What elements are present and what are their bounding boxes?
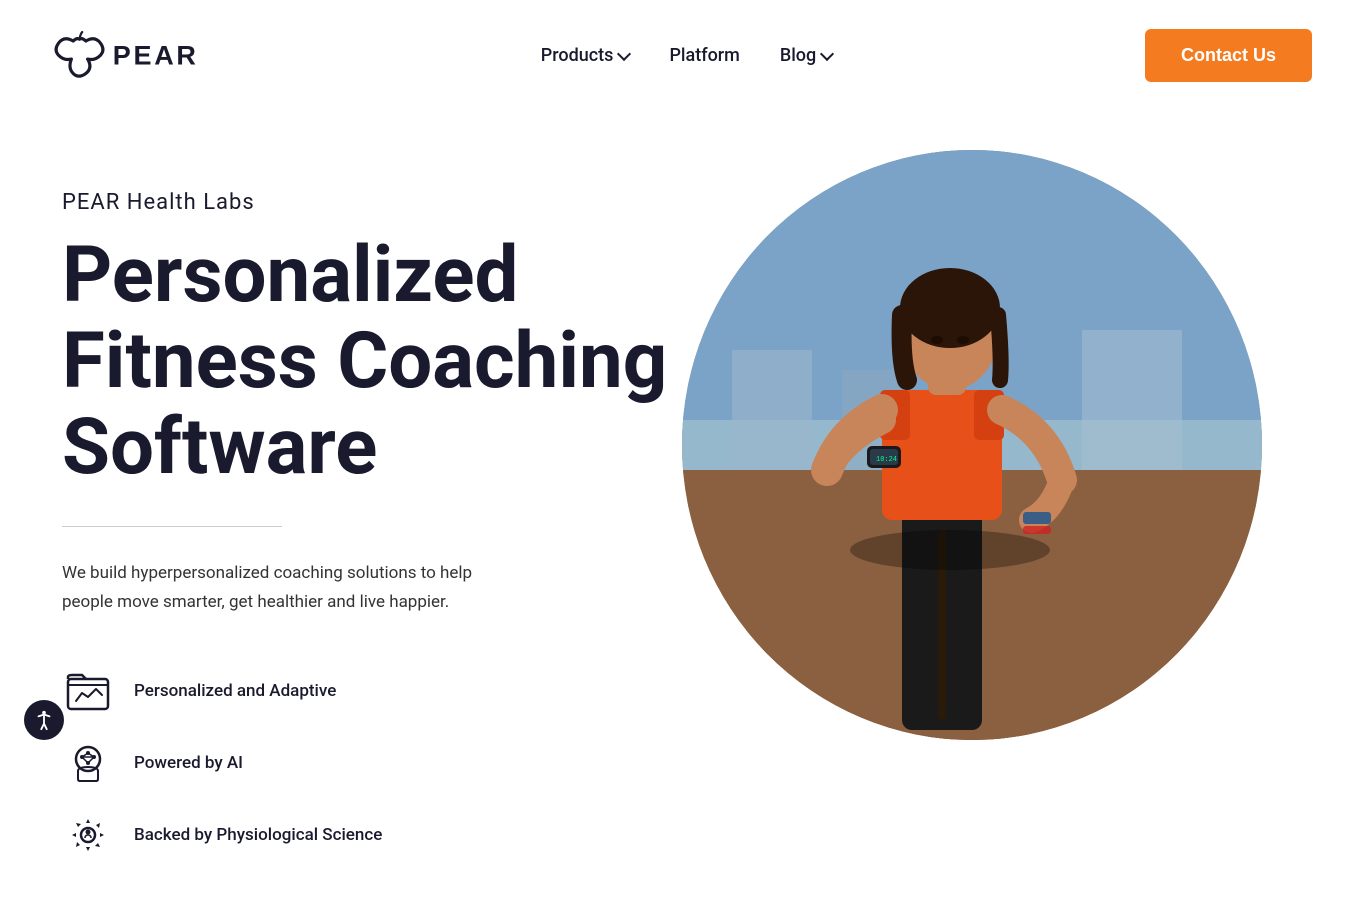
contact-us-button[interactable]: Contact Us bbox=[1145, 29, 1312, 82]
nav-products[interactable]: Products bbox=[541, 45, 630, 66]
nav-platform[interactable]: Platform bbox=[669, 45, 739, 66]
pear-logo: PEAR bbox=[48, 30, 228, 80]
chevron-down-icon bbox=[617, 46, 631, 60]
personalized-icon bbox=[62, 665, 114, 717]
hero-left-content: PEAR Health Labs Personalized Fitness Co… bbox=[62, 150, 682, 861]
feature-list: Personalized and Adaptive bbox=[62, 665, 682, 861]
chevron-down-icon bbox=[820, 46, 834, 60]
ai-icon bbox=[62, 737, 114, 789]
nav-links: Products Platform Blog bbox=[541, 45, 832, 66]
accessibility-button[interactable] bbox=[24, 700, 64, 740]
svg-text:10:24: 10:24 bbox=[876, 456, 897, 464]
feature-ai-label: Powered by AI bbox=[134, 753, 243, 773]
svg-text:PEAR: PEAR bbox=[113, 40, 199, 70]
hero-divider bbox=[62, 526, 282, 527]
fitness-illustration: 10:24 bbox=[682, 150, 1262, 740]
nav-blog[interactable]: Blog bbox=[780, 45, 832, 66]
feature-personalized: Personalized and Adaptive bbox=[62, 665, 682, 717]
accessibility-icon bbox=[33, 709, 55, 731]
feature-ai: Powered by AI bbox=[62, 737, 682, 789]
hero-section: PEAR Health Labs Personalized Fitness Co… bbox=[0, 110, 1360, 901]
navbar: PEAR Products Platform Blog Contact Us bbox=[0, 0, 1360, 110]
hero-description: We build hyperpersonalized coaching solu… bbox=[62, 559, 522, 617]
logo[interactable]: PEAR bbox=[48, 30, 228, 80]
hero-title: Personalized Fitness Coaching Software bbox=[62, 233, 682, 490]
hero-right-content: 10:24 bbox=[682, 150, 1262, 740]
feature-personalized-label: Personalized and Adaptive bbox=[134, 681, 336, 701]
feature-physiological: Backed by Physiological Science bbox=[62, 809, 682, 861]
physiological-icon bbox=[62, 809, 114, 861]
hero-image: 10:24 bbox=[682, 150, 1262, 740]
hero-subtitle: PEAR Health Labs bbox=[62, 190, 682, 215]
feature-physiological-label: Backed by Physiological Science bbox=[134, 825, 382, 845]
